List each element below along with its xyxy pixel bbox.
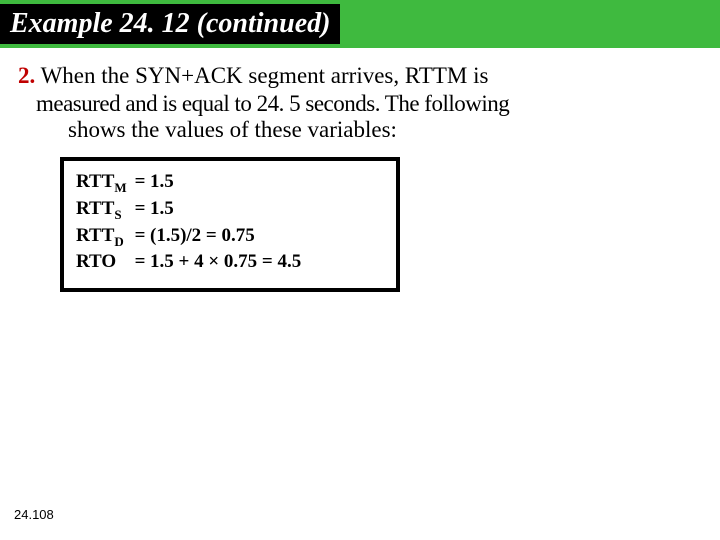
- eq-expr: 1.5: [150, 198, 174, 220]
- list-number: 2.: [18, 63, 35, 88]
- title-bar: Example 24. 12 (continued): [0, 0, 720, 48]
- eq-expr: 1.5 + 4 × 0.75 = 4.5: [150, 251, 301, 273]
- para-text-1: When the SYN+ACK segment arrives, RTTM i…: [35, 63, 488, 88]
- equals-sign: =: [130, 171, 150, 193]
- equation-row: RTTS =1.5: [76, 198, 384, 223]
- eq-sub: M: [114, 180, 126, 195]
- content-area: 2. When the SYN+ACK segment arrives, RTT…: [0, 48, 720, 292]
- equation-box: RTTM=1.5 RTTS=1.5 RTTD=(1.5)/2 = 0.75 RT…: [60, 157, 400, 292]
- equation-row: RTO =1.5 + 4 × 0.75 = 4.5: [76, 251, 384, 276]
- eq-var: RTO: [76, 251, 116, 272]
- equals-sign: =: [130, 251, 150, 273]
- eq-var: RTT: [76, 198, 114, 219]
- equation-row: RTTM =1.5: [76, 171, 384, 196]
- paragraph-line-3: shows the values of these variables:: [18, 117, 702, 143]
- slide-title: Example 24. 12 (continued): [0, 4, 340, 44]
- eq-expr: (1.5)/2 = 0.75: [150, 225, 255, 247]
- eq-expr: 1.5: [150, 171, 174, 193]
- paragraph-line-1: 2. When the SYN+ACK segment arrives, RTT…: [18, 60, 702, 91]
- equals-sign: =: [130, 225, 150, 247]
- equation-row: RTTD =(1.5)/2 = 0.75: [76, 225, 384, 250]
- eq-var: RTT: [76, 171, 114, 192]
- page-number: 24.108: [14, 507, 54, 522]
- eq-var: RTT: [76, 225, 114, 246]
- equals-sign: =: [130, 198, 150, 220]
- eq-sub: D: [114, 233, 123, 248]
- eq-sub: S: [114, 207, 121, 222]
- paragraph-line-2: measured and is equal to 24. 5 seconds. …: [18, 91, 702, 117]
